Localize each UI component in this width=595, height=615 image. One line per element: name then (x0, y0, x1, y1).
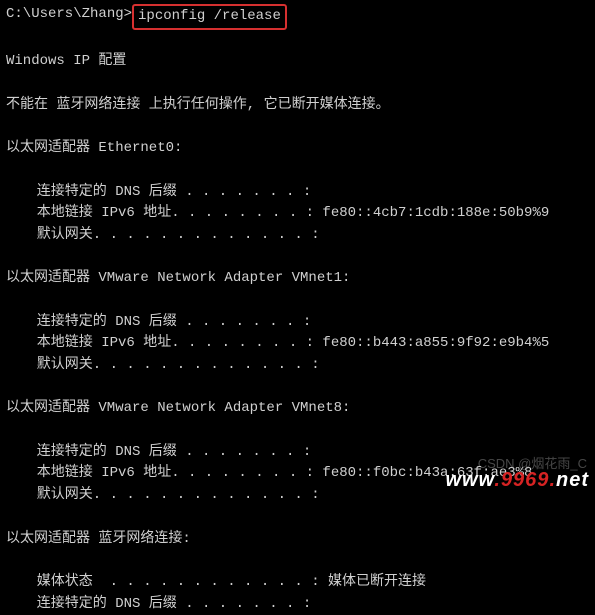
warning-line: 不能在 蓝牙网络连接 上执行任何操作, 它已断开媒体连接。 (6, 95, 589, 117)
adapter-row: 本地链接 IPv6 地址. . . . . . . . : fe80::b443… (6, 333, 589, 355)
adapter-row: 媒体状态 . . . . . . . . . . . . : 媒体已断开连接 (6, 572, 589, 594)
adapter-row: 默认网关. . . . . . . . . . . . . : (6, 225, 589, 247)
adapter-row: 连接特定的 DNS 后缀 . . . . . . . : (6, 182, 589, 204)
adapter-title: 以太网适配器 Ethernet0: (6, 138, 589, 160)
adapter-title: 以太网适配器 蓝牙网络连接: (6, 529, 589, 551)
adapter-title: 以太网适配器 VMware Network Adapter VMnet1: (6, 268, 589, 290)
highlighted-command: ipconfig /release (132, 4, 287, 30)
prompt-path: C:\Users\Zhang> (6, 4, 132, 26)
adapter-row: 连接特定的 DNS 后缀 . . . . . . . : (6, 312, 589, 334)
terminal-output[interactable]: C:\Users\Zhang>ipconfig /release Windows … (6, 4, 589, 615)
adapter-row: 连接特定的 DNS 后缀 . . . . . . . : (6, 594, 589, 615)
command-line[interactable]: C:\Users\Zhang>ipconfig /release (6, 4, 589, 30)
adapter-row: 本地链接 IPv6 地址. . . . . . . . : fe80::4cb7… (6, 203, 589, 225)
adapter-title: 以太网适配器 VMware Network Adapter VMnet8: (6, 398, 589, 420)
adapter-row: 默认网关. . . . . . . . . . . . . : (6, 355, 589, 377)
ip-config-header: Windows IP 配置 (6, 51, 589, 73)
site-watermark: www.9969.net (445, 465, 589, 496)
